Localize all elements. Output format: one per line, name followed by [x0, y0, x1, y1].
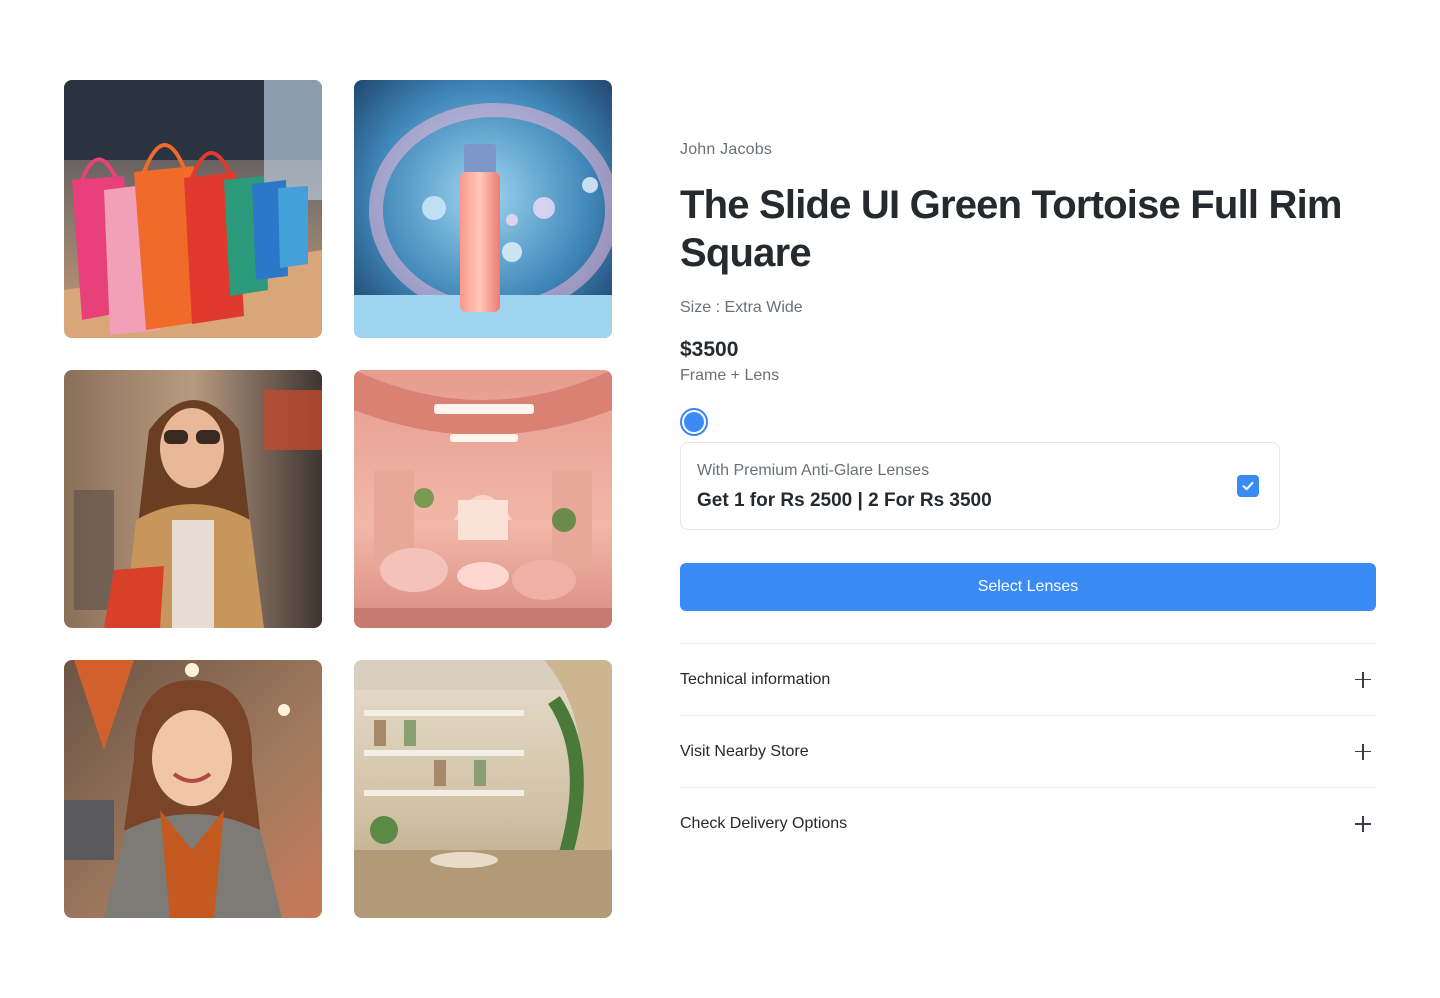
checkmark-icon [1242, 481, 1254, 491]
brand-name: John Jacobs [680, 141, 773, 158]
accordion-label: Technical information [680, 670, 831, 688]
offer-headline: Get 1 for Rs 2500 | 2 For Rs 3500 [697, 490, 992, 511]
info-accordion: Technical information Visit Nearby Store… [680, 643, 1376, 860]
gallery-image-pink-store[interactable] [354, 370, 612, 628]
plus-icon[interactable] [1355, 671, 1371, 688]
shopping-bags-icon [64, 80, 322, 338]
radio-selected-dot [684, 412, 704, 432]
accordion-label: Visit Nearby Store [680, 742, 809, 760]
offer-subtitle: With Premium Anti-Glare Lenses [697, 462, 930, 479]
image-gallery [64, 80, 612, 918]
lens-offer-card[interactable]: With Premium Anti-Glare Lenses Get 1 for… [680, 442, 1280, 530]
accordion-visit-nearby-store[interactable]: Visit Nearby Store [680, 716, 1376, 788]
plus-icon[interactable] [1355, 743, 1371, 760]
product-title: The Slide UI Green Tortoise Full Rim Squ… [680, 183, 1342, 275]
plus-icon[interactable] [1355, 816, 1371, 832]
accordion-label: Check Delivery Options [680, 815, 848, 832]
woman-sunglasses-icon [64, 370, 322, 628]
gallery-image-cosmetic[interactable] [354, 80, 612, 338]
pink-store-icon [354, 370, 612, 628]
gallery-image-smiling-woman[interactable] [64, 660, 322, 918]
select-lenses-button[interactable]: Select Lenses [680, 563, 1376, 611]
product-price: $3500 [680, 338, 739, 361]
offer-checkbox[interactable] [1237, 475, 1259, 497]
product-page: John Jacobs The Slide UI Green Tortoise … [0, 0, 1440, 998]
bright-store-icon [354, 660, 612, 918]
product-details: John Jacobs The Slide UI Green Tortoise … [680, 140, 1376, 860]
gallery-image-shopping-bags[interactable] [64, 80, 322, 338]
gallery-image-woman-sunglasses[interactable] [64, 370, 322, 628]
product-size: Size : Extra Wide [680, 299, 803, 316]
smiling-woman-icon [64, 660, 322, 918]
gallery-image-bright-store[interactable] [354, 660, 612, 918]
price-note: Frame + Lens [680, 367, 780, 384]
accordion-technical-information[interactable]: Technical information [680, 644, 1376, 716]
accordion-check-delivery-options[interactable]: Check Delivery Options [680, 788, 1376, 860]
cosmetic-bottle-icon [354, 80, 612, 338]
option-radio[interactable] [680, 408, 708, 436]
